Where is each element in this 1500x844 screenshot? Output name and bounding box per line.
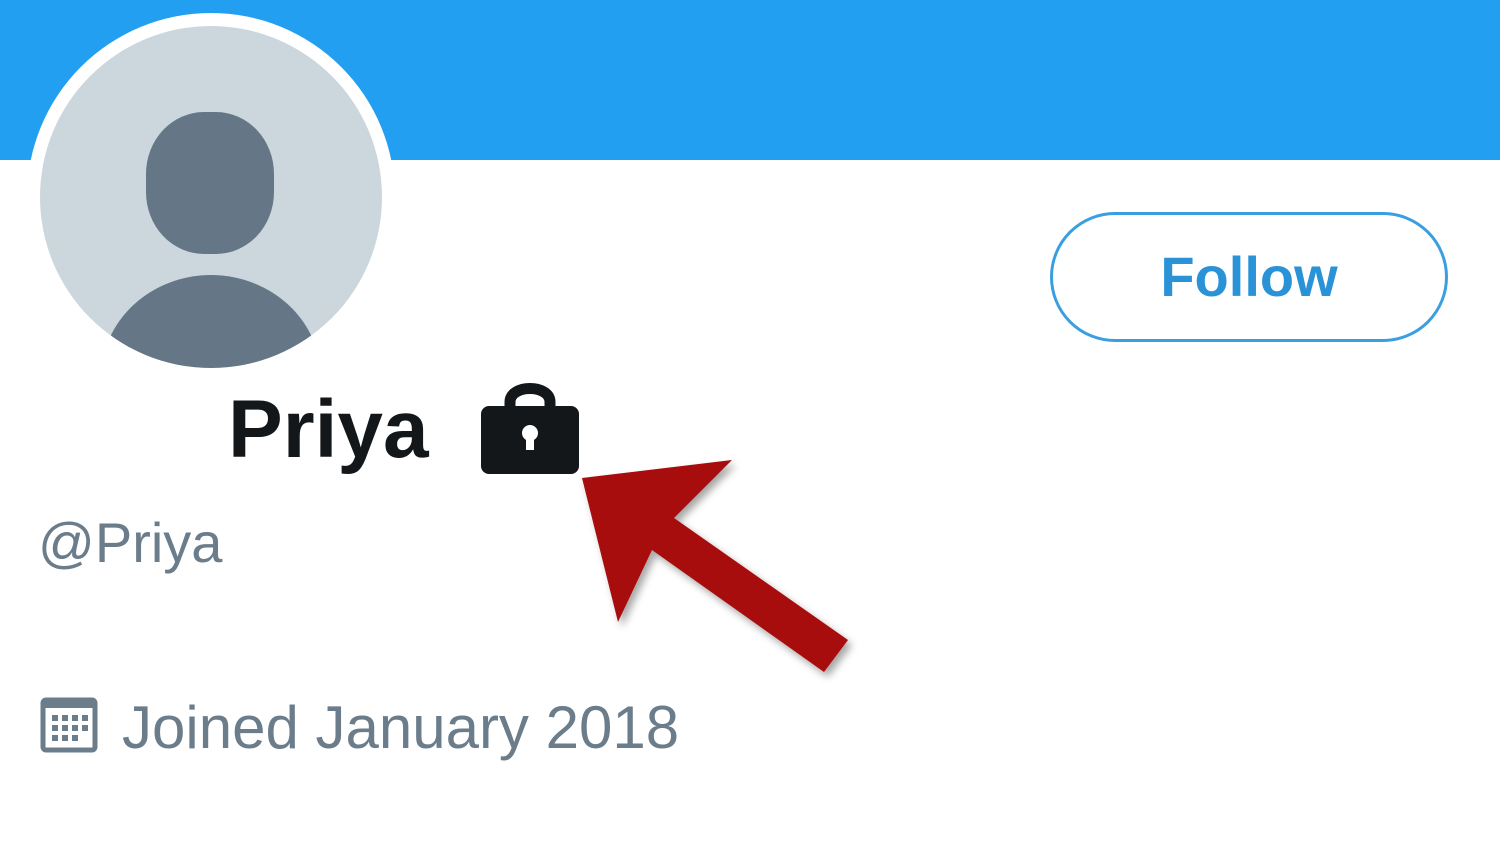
display-name: Priya bbox=[228, 384, 429, 475]
red-arrow-icon bbox=[582, 460, 848, 672]
calendar-icon bbox=[40, 697, 98, 753]
profile-avatar[interactable] bbox=[27, 13, 395, 381]
follow-button[interactable]: Follow bbox=[1050, 212, 1448, 342]
default-avatar-icon bbox=[40, 26, 382, 368]
joined-date: Joined January 2018 bbox=[122, 694, 680, 761]
lock-icon bbox=[481, 383, 579, 474]
profile-handle: @Priya bbox=[38, 511, 223, 574]
